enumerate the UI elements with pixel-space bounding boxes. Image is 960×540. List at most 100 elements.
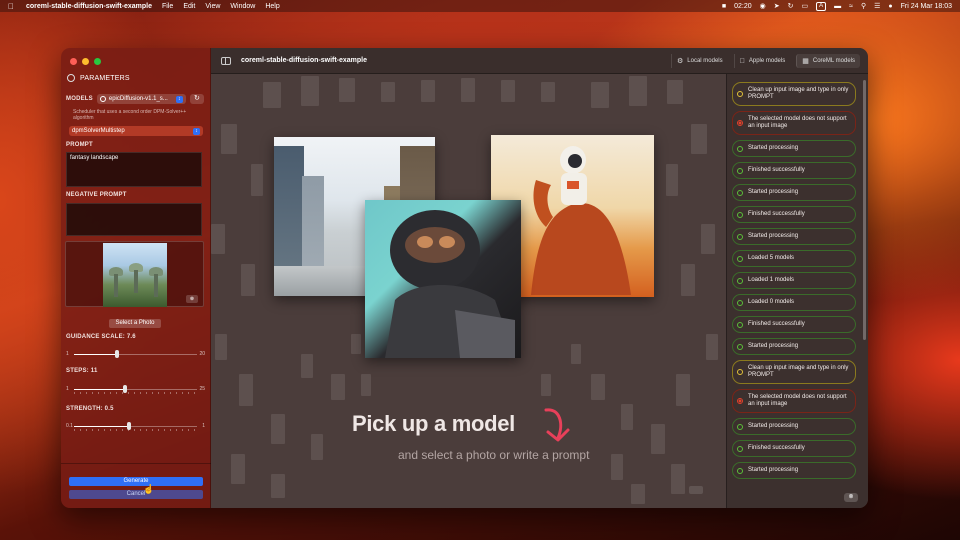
menu-app-name[interactable]: coreml-stable-diffusion-swift-example [26,3,152,10]
log-item[interactable]: Clean up input image and type in only PR… [732,82,856,106]
record-icon[interactable]: ◉ [760,2,766,10]
scheduler-select[interactable]: dpmSolverMultistep ↕ [69,126,203,136]
log-item[interactable]: Started processing [732,228,856,245]
search-icon[interactable]: ⚲ [861,2,866,10]
steps-label: STEPS: 11 [66,368,98,374]
sidebar-toggle-icon[interactable] [221,57,231,65]
input-source-indicator[interactable]: A [816,1,827,11]
log-item[interactable]: Finished successfully [732,440,856,457]
log-item[interactable]: Started processing [732,338,856,355]
log-item-text: Finished successfully [748,167,805,173]
steps-slider[interactable]: 1 25 [66,384,205,394]
generate-button[interactable]: Generate [69,477,203,486]
warning-icon [737,91,743,97]
success-icon [737,277,743,284]
tab-apple-models[interactable]:  Apple models [733,54,791,68]
select-photo-button[interactable]: Select a Photo [109,319,161,328]
empty-state-subtitle: and select a photo or write a prompt [398,448,590,462]
success-icon [737,423,743,430]
tab-coreml-models[interactable]: ▦ CoreML models [796,54,860,68]
chevron-updown-icon: ↕ [175,95,183,103]
prompt-input[interactable]: fantasy landscape [66,152,202,187]
background-tile [541,82,555,102]
stage-action-button[interactable] [689,486,703,494]
siri-icon[interactable]: ● [888,3,892,10]
menu-edit[interactable]: Edit [183,3,195,10]
slider-knob[interactable] [114,350,119,358]
log-item[interactable]: Finished successfully [732,206,856,223]
background-tile [211,224,225,254]
log-item[interactable]: Started processing [732,418,856,435]
close-window-button[interactable] [70,58,77,65]
chevron-updown-icon: ↕ [193,127,200,135]
slider-knob[interactable] [123,385,128,393]
background-tile [571,344,581,364]
slider-knob[interactable] [126,422,131,430]
background-tile [215,334,227,360]
log-item-text: The selected model does not support an i… [748,394,847,407]
model-select[interactable]: epicDiffusion-v1.1_s... ↕ [96,94,186,104]
background-tile [541,374,551,396]
apple-icon[interactable]:  [8,2,18,11]
battery-icon[interactable]: ▬ [834,3,841,10]
log-item[interactable]: Loaded 1 models [732,272,856,289]
success-icon [737,467,743,474]
log-item[interactable]: Started processing [732,184,856,201]
location-icon[interactable]: ➤ [774,2,780,10]
background-tile [361,374,371,396]
scheduler-select-value: dpmSolverMultistep [72,128,125,134]
menu-help[interactable]: Help [265,3,279,10]
refresh-models-button[interactable]: ↻ [189,94,204,104]
menu-window[interactable]: Window [230,3,255,10]
main-area: coreml-stable-diffusion-swift-example ⚙ … [211,48,868,508]
strength-slider[interactable]: 0.1 1 [66,421,205,431]
background-tile [251,164,263,196]
display-icon[interactable]: ▭ [802,2,809,10]
cancel-button[interactable]: Cancel [69,490,203,499]
status-badge-icon[interactable]: ■ [722,3,726,10]
remove-photo-button[interactable]: ⊗ [186,295,198,303]
log-scrollbar[interactable] [863,80,866,340]
clear-log-button[interactable]: ⊗ [844,493,858,502]
log-item[interactable]: The selected model does not support an i… [732,389,856,413]
background-tile [629,76,647,106]
menubar-timer[interactable]: 02:20 [734,3,752,10]
negative-prompt-label: NEGATIVE PROMPT [66,192,127,198]
background-tile [651,424,665,454]
background-tile [621,404,633,430]
background-tile [591,374,605,400]
wifi-icon[interactable]: ≈ [849,3,853,10]
guidance-scale-slider[interactable]: 1 20 [66,349,205,359]
model-source-tabs: ⚙ Local models  Apple models ▦ CoreML m… [670,54,860,68]
menubar-clock[interactable]: Fri 24 Mar 18:03 [901,3,952,10]
sync-icon[interactable]: ↻ [788,2,794,10]
success-icon [737,167,743,174]
mouse-cursor-icon: ☝ [143,484,155,494]
log-item[interactable]: Loaded 0 models [732,294,856,311]
zoom-window-button[interactable] [94,58,101,65]
app-window: PARAMETERS MODELS epicDiffusion-v1.1_s..… [61,48,868,508]
input-photo-area[interactable]: ⊗ [65,241,204,307]
background-tile [591,82,609,108]
log-item[interactable]: The selected model does not support an i… [732,111,856,135]
strength-label: STRENGTH: 0.5 [66,406,114,412]
background-tile [241,264,255,296]
negative-prompt-input[interactable] [66,203,202,236]
log-item[interactable]: Finished successfully [732,316,856,333]
menu-view[interactable]: View [205,3,220,10]
tab-local-models[interactable]: ⚙ Local models [670,54,728,68]
log-item[interactable]: Clean up input image and type in only PR… [732,360,856,384]
log-item-text: Started processing [748,233,799,239]
model-select-value: epicDiffusion-v1.1_s... [108,96,168,102]
minimize-window-button[interactable] [82,58,89,65]
log-item[interactable]: Started processing [732,140,856,157]
log-item[interactable]: Finished successfully [732,162,856,179]
parameters-sidebar: PARAMETERS MODELS epicDiffusion-v1.1_s..… [61,48,211,508]
success-icon [737,445,743,452]
control-center-icon[interactable]: ☰ [874,2,880,10]
log-item-text: Clean up input image and type in only PR… [748,365,849,378]
log-item[interactable]: Started processing [732,462,856,479]
menu-bar:  coreml-stable-diffusion-swift-example … [0,0,960,12]
menu-file[interactable]: File [162,3,173,10]
log-item[interactable]: Loaded 5 models [732,250,856,267]
